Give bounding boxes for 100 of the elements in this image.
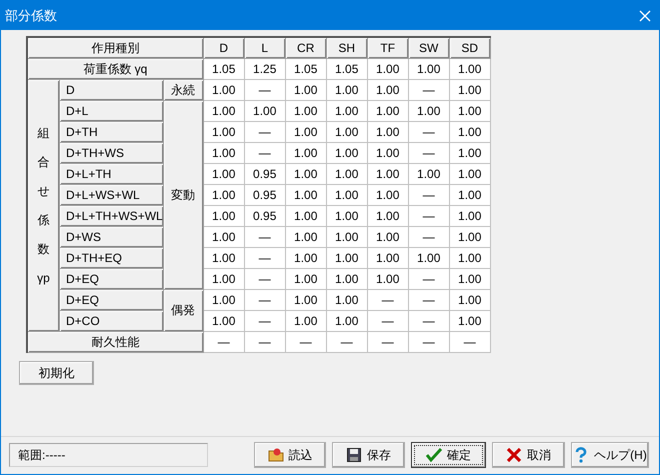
table-cell: 1.00 <box>326 79 368 100</box>
table-cell: — <box>408 142 450 163</box>
table-cell: 1.00 <box>326 289 368 310</box>
table-cell: 1.00 <box>408 247 450 268</box>
table-cell: 1.00 <box>449 58 490 79</box>
table-cell: 1.00 <box>326 142 368 163</box>
table-cell: 1.00 <box>367 121 408 142</box>
table-cell: 1.00 <box>326 100 368 121</box>
table-cell: — <box>408 268 450 289</box>
table-cell: 1.25 <box>244 58 286 79</box>
row-header: D+TH+EQ <box>60 247 164 268</box>
table-cell: — <box>367 331 408 352</box>
table-cell: — <box>244 268 286 289</box>
column-header: SH <box>326 37 368 58</box>
category-label: 永続 <box>163 79 204 100</box>
table-cell: 1.00 <box>285 121 326 142</box>
table-cell: 1.00 <box>408 58 450 79</box>
table-cell: 1.00 <box>449 142 490 163</box>
table-cell: 1.00 <box>367 163 408 184</box>
table-cell: 1.00 <box>203 121 244 142</box>
table-cell: 1.00 <box>203 100 244 121</box>
table-cell: 1.00 <box>326 163 368 184</box>
initialize-button[interactable]: 初期化 <box>19 360 94 384</box>
load-button[interactable]: 読込 <box>254 442 326 468</box>
table-cell: 1.00 <box>449 121 490 142</box>
row-header: D <box>60 79 164 100</box>
table-cell: — <box>408 184 450 205</box>
table-cell: 1.00 <box>203 247 244 268</box>
table-cell: — <box>408 79 450 100</box>
column-header: D <box>203 37 244 58</box>
row-header: D+L+WS+WL <box>60 184 164 205</box>
column-header: SW <box>408 37 450 58</box>
category-label: 偶発 <box>163 289 204 331</box>
table-cell: — <box>367 289 408 310</box>
table-cell: 1.00 <box>367 79 408 100</box>
table-cell: 1.00 <box>449 310 490 331</box>
table-cell: 1.00 <box>203 205 244 226</box>
table-cell: 0.95 <box>244 205 286 226</box>
window-title: 部分係数 <box>5 6 57 25</box>
row-header: D+WS <box>60 226 164 247</box>
table-cell: 1.05 <box>203 58 244 79</box>
table-cell: 1.00 <box>326 268 368 289</box>
checkmark-icon <box>426 446 442 462</box>
row-header: 荷重係数 γq <box>27 58 204 79</box>
row-header: D+EQ <box>60 289 164 310</box>
table-cell: 0.95 <box>244 184 286 205</box>
table-cell: — <box>244 79 286 100</box>
table-cell: — <box>408 289 450 310</box>
table-cell: — <box>408 205 450 226</box>
table-cell: 1.00 <box>326 121 368 142</box>
table-cell: 1.00 <box>285 79 326 100</box>
row-header: D+TH <box>60 121 164 142</box>
table-cell: — <box>285 331 326 352</box>
table-cell: — <box>449 331 490 352</box>
table-cell: 1.00 <box>203 289 244 310</box>
close-icon[interactable] <box>639 10 651 22</box>
table-cell: 1.00 <box>449 163 490 184</box>
table-cell: 1.00 <box>367 226 408 247</box>
table-cell: 1.00 <box>367 100 408 121</box>
table-cell: 1.00 <box>285 247 326 268</box>
table-cell: — <box>326 331 368 352</box>
table-cell: 1.00 <box>408 100 450 121</box>
column-header: TF <box>367 37 408 58</box>
table-cell: 1.00 <box>203 226 244 247</box>
row-header: D+L <box>60 100 164 121</box>
folder-icon <box>268 446 284 462</box>
table-cell: 1.00 <box>203 142 244 163</box>
row-header: D+EQ <box>60 268 164 289</box>
table-cell: 1.00 <box>408 163 450 184</box>
table-cell: 1.00 <box>326 247 368 268</box>
table-cell: 1.00 <box>285 184 326 205</box>
table-cell: 1.00 <box>449 226 490 247</box>
column-header: CR <box>285 37 326 58</box>
table-cell: 1.00 <box>203 163 244 184</box>
table-cell: 1.00 <box>203 310 244 331</box>
table-cell: 1.00 <box>244 100 286 121</box>
table-cell: 1.00 <box>449 289 490 310</box>
table-cell: 1.00 <box>285 205 326 226</box>
table-cell: — <box>244 289 286 310</box>
save-button[interactable]: 保存 <box>332 442 405 468</box>
table-cell: 1.00 <box>367 247 408 268</box>
confirm-button[interactable]: 確定 <box>411 442 486 468</box>
table-cell: 1.00 <box>326 184 368 205</box>
column-header: L <box>244 37 286 58</box>
table-cell: 0.95 <box>244 163 286 184</box>
table-cell: 1.00 <box>285 142 326 163</box>
cancel-button[interactable]: 取消 <box>492 442 565 468</box>
table-cell: 1.00 <box>449 205 490 226</box>
table-cell: 1.00 <box>449 247 490 268</box>
table-cell: — <box>244 247 286 268</box>
table-cell: — <box>244 142 286 163</box>
table-cell: — <box>244 310 286 331</box>
help-button[interactable]: ヘルプ(H) <box>571 442 649 468</box>
table-cell: — <box>203 331 244 352</box>
table-cell: 1.00 <box>367 205 408 226</box>
table-cell: 1.00 <box>449 268 490 289</box>
table-cell: 1.00 <box>367 58 408 79</box>
row-header: D+CO <box>60 310 164 331</box>
column-header: SD <box>449 37 490 58</box>
table-cell: 1.00 <box>285 100 326 121</box>
